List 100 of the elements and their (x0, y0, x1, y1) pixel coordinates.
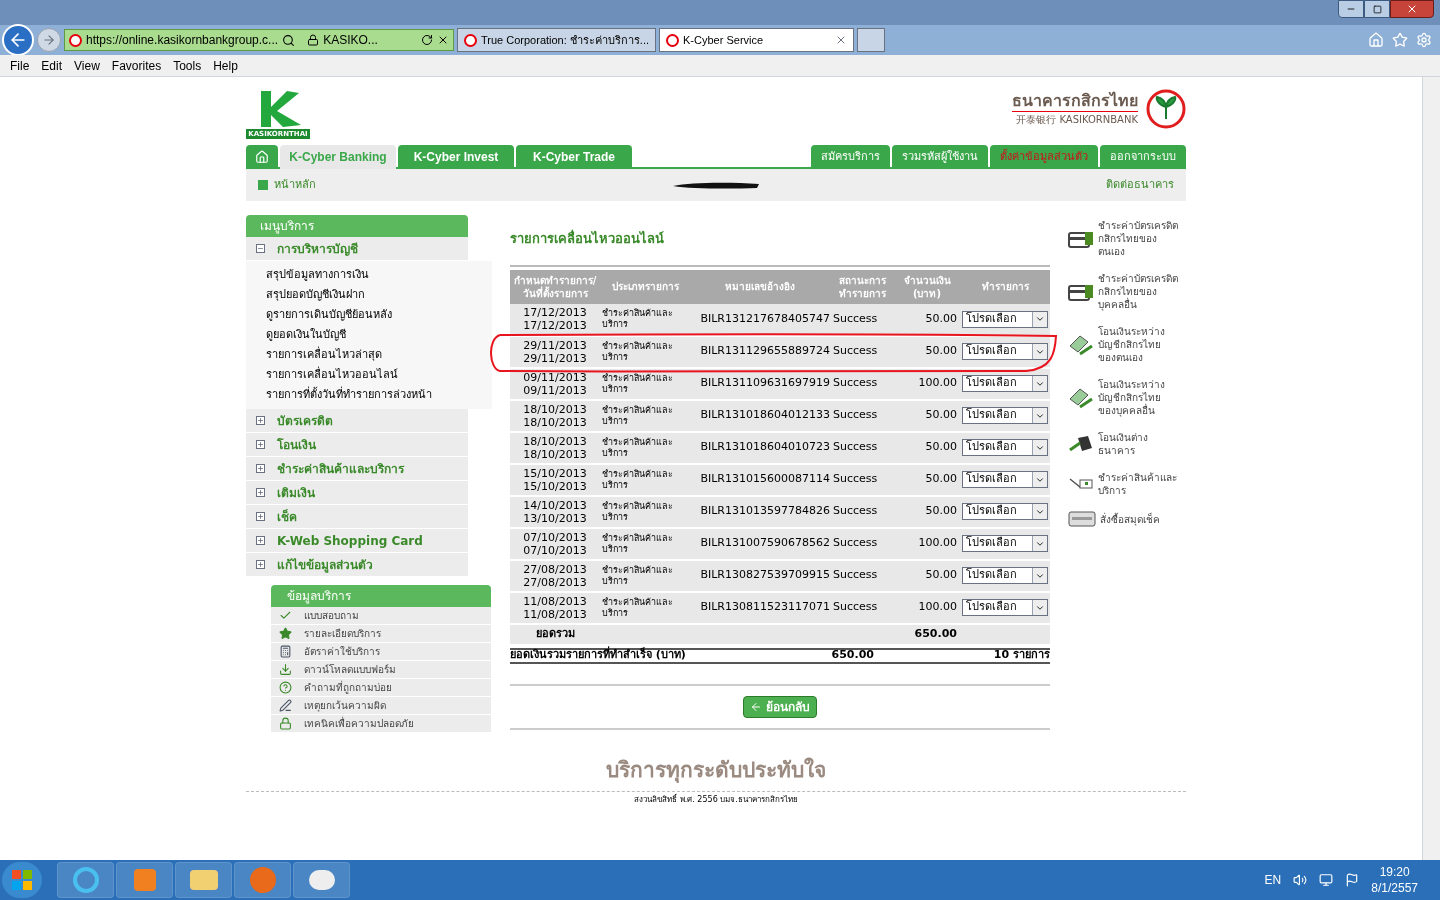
menu-section[interactable]: แก้ไขข้อมูลส่วนตัว (246, 553, 468, 577)
contact-link[interactable]: ติดต่อธนาคาร (974, 176, 1174, 194)
minimize-button[interactable] (1338, 0, 1364, 18)
date-cell-text: 09/11/2013 (522, 383, 588, 397)
action-select[interactable]: โปรดเลือก (962, 375, 1048, 392)
menu-section[interactable]: ชำระค่าสินค้าและบริการ (246, 457, 468, 481)
date-cell-text: 29/11/2013 (522, 338, 588, 352)
flag-icon[interactable] (1345, 873, 1360, 887)
home-link[interactable]: หน้าหลัก (274, 176, 316, 194)
expand-icon[interactable] (256, 512, 265, 521)
type-cell: ชำระค่าสินค้าและบริการ (600, 527, 690, 560)
start-button[interactable] (2, 862, 42, 898)
shortcut-link[interactable]: ชำระค่าบัตรเครดิตกสิกรไทยของตนเอง (1098, 219, 1178, 258)
menu-item[interactable]: View (68, 56, 106, 75)
date-cell-text: 15/10/2013 (522, 466, 588, 480)
submenu-item[interactable]: รายการที่ตั้งวันที่ทำรายการล่วงหน้า (266, 385, 492, 405)
site-icon (666, 33, 680, 47)
paint-taskbar-icon[interactable] (293, 862, 350, 898)
browser-tab[interactable]: K-Cyber Service (659, 28, 855, 52)
submenu-item[interactable]: สรุปยอดบัญชีเงินฝาก (266, 285, 492, 305)
amount-cell: 100.00 (894, 367, 960, 400)
book-arrow-icon (1068, 434, 1094, 454)
date-cell-text: 13/10/2013 (522, 511, 588, 525)
menu-section[interactable]: การบริหารบัญชี (246, 237, 468, 261)
shortcut-link[interactable]: สั่งซื้อสมุดเช็ค (1100, 512, 1180, 526)
expand-icon[interactable] (256, 440, 265, 449)
type-cell: ชำระค่าสินค้าและบริการ (600, 559, 690, 592)
back-button[interactable] (2, 24, 34, 56)
expand-icon[interactable] (256, 536, 265, 545)
slogan: บริการทุกระดับประทับใจ (606, 756, 826, 785)
action-select[interactable]: โปรดเลือก (962, 310, 1048, 328)
menu-item[interactable]: Tools (167, 56, 208, 75)
column-header: สถานะการทำรายการ (830, 269, 894, 304)
expand-icon[interactable] (256, 488, 265, 497)
language-indicator[interactable]: EN (1264, 871, 1282, 889)
star-icon[interactable] (1392, 32, 1408, 48)
folder-taskbar-icon[interactable] (175, 862, 232, 898)
collapse-icon[interactable] (256, 244, 265, 253)
menu-section[interactable]: เติมเงิน (246, 481, 468, 505)
action-select[interactable]: โปรดเลือก (962, 503, 1048, 520)
clock-time[interactable]: 19:20 (1379, 864, 1410, 880)
scrollbar[interactable] (1422, 77, 1440, 860)
menu-section[interactable]: เช็ค (246, 505, 468, 529)
dropdown-icon (1032, 440, 1047, 455)
dropdown-icon (1032, 536, 1047, 551)
home-icon (255, 150, 269, 164)
lock-icon (307, 34, 320, 46)
expand-icon[interactable] (256, 464, 265, 473)
shortcut-link[interactable]: ชำระค่าสินค้าและบริการ (1098, 471, 1178, 497)
submenu-item[interactable]: ดูยอดเงินในบัญชี (266, 325, 492, 345)
shortcut-link[interactable]: ชำระค่าบัตรเครดิตกสิกรไทยของบุคคลอื่น (1098, 272, 1178, 311)
home-icon[interactable] (1368, 32, 1384, 48)
submenu-item[interactable]: ดูรายการเดินบัญชีย้อนหลัง (266, 305, 492, 325)
new-tab-button[interactable] (857, 28, 886, 52)
action-select[interactable]: โปรดเลือก (962, 471, 1048, 488)
menu-item[interactable]: Edit (35, 56, 69, 75)
site-icon (464, 33, 477, 47)
reference-cell: BILR131109631697919 (690, 367, 830, 400)
expand-icon[interactable] (256, 416, 265, 425)
settings-icon[interactable] (1416, 32, 1432, 48)
expand-icon[interactable] (256, 560, 265, 569)
menu-section[interactable]: โอนเงิน (246, 433, 468, 457)
reference-cell: BILR131015600087114 (690, 463, 830, 496)
menu-item[interactable]: Help (207, 56, 244, 75)
status-cell: Success (830, 399, 894, 432)
action-select[interactable]: โปรดเลือก (962, 567, 1048, 584)
date-cell-text: 18/10/2013 (522, 402, 588, 416)
shortcut-link[interactable]: โอนเงินระหว่างบัญชีกสิกรไทยของตนเอง (1098, 325, 1178, 364)
clock-date[interactable]: 8/1/2557 (1371, 880, 1418, 896)
url-text: https://online.kasikornbankgroup.c... (86, 32, 279, 49)
close-button[interactable] (1390, 0, 1434, 18)
submenu-item[interactable]: รายการเคลื่อนไหวออนไลน์ (266, 365, 492, 385)
menu-section[interactable]: บัตรเครดิต (246, 409, 468, 433)
action-select[interactable]: โปรดเลือก (962, 343, 1048, 360)
menu-item[interactable]: File (4, 56, 36, 75)
network-icon[interactable] (1319, 873, 1334, 887)
section-label: เช็ค (277, 508, 297, 526)
status-cell: Success (830, 527, 894, 560)
tab-title: K-Cyber Service (683, 32, 764, 48)
dropdown-icon (1032, 376, 1047, 391)
action-select[interactable]: โปรดเลือก (962, 439, 1048, 456)
action-select[interactable]: โปรดเลือก (962, 535, 1048, 552)
address-bar[interactable]: https://online.kasikornbankgroup.c... KASIKO... (64, 29, 454, 51)
shortcut-link[interactable]: โอนเงินระหว่างบัญชีกสิกรไทยของบุคคลอื่น (1098, 378, 1178, 417)
refresh-icon (421, 34, 433, 46)
shortcut-link[interactable]: โอนเงินต่างธนาคาร (1098, 431, 1178, 457)
submenu-item[interactable]: รายการเคลื่อนไหวล่าสุด (266, 345, 492, 365)
maximize-button[interactable] (1364, 0, 1390, 18)
home-button[interactable] (246, 145, 278, 169)
section-label: โอนเงิน (277, 436, 316, 454)
total-label: ยอดรวม (510, 623, 600, 644)
column-header: ประเภทรายการ (600, 269, 690, 304)
action-select[interactable]: โปรดเลือก (962, 599, 1048, 616)
submenu-item[interactable]: สรุปข้อมูลทางการเงิน (266, 265, 492, 285)
menu-item[interactable]: Favorites (105, 56, 168, 75)
action-select[interactable]: โปรดเลือก (962, 407, 1048, 424)
browser-tab[interactable]: True Corporation: ชำระค่าบริการ... (457, 28, 657, 52)
volume-icon[interactable] (1293, 873, 1308, 887)
menu-section[interactable]: K-Web Shopping Card (246, 529, 468, 553)
card-arrow-icon (1068, 386, 1094, 409)
